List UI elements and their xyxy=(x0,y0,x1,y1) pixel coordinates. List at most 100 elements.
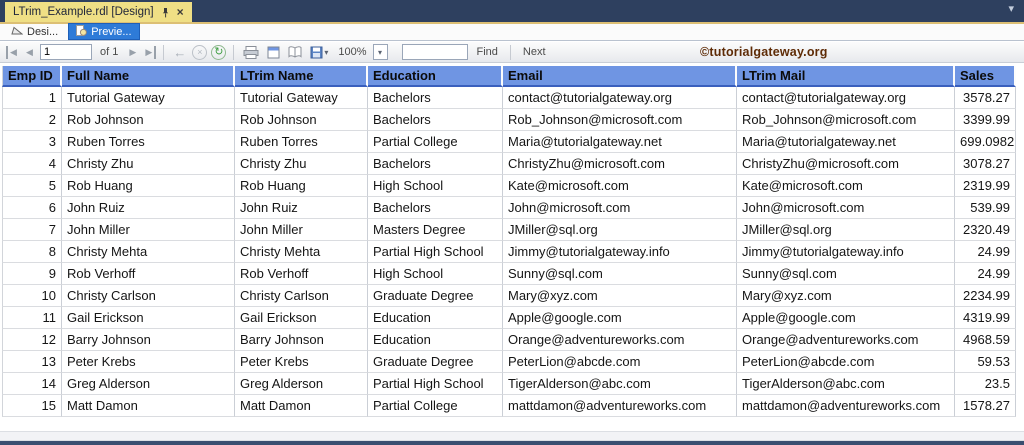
table-row: 11Gail EricksonGail EricksonEducationApp… xyxy=(2,307,1016,329)
zoom-level-label: 100% xyxy=(338,46,366,58)
cell-emp-id: 3 xyxy=(2,131,62,153)
cell-full-name: Rob Huang xyxy=(62,175,235,197)
table-row: 13Peter KrebsPeter KrebsGraduate DegreeP… xyxy=(2,351,1016,373)
cell-full-name: Rob Johnson xyxy=(62,109,235,131)
cell-sales: 4968.59 xyxy=(955,329,1016,351)
column-header-ltrim-mail: LTrim Mail xyxy=(737,66,955,87)
cell-education: High School xyxy=(368,175,503,197)
toolbar-separator xyxy=(163,45,164,60)
cell-emp-id: 8 xyxy=(2,241,62,263)
cell-ltrim-mail: TigerAlderson@abc.com xyxy=(737,373,955,395)
cell-sales: 59.53 xyxy=(955,351,1016,373)
cell-email: Mary@xyz.com xyxy=(503,285,737,307)
pin-icon[interactable] xyxy=(161,7,170,18)
document-tab[interactable]: LTrim_Example.rdl [Design] × xyxy=(5,2,192,22)
cell-emp-id: 1 xyxy=(2,87,62,109)
document-tab-label: LTrim_Example.rdl [Design] xyxy=(13,6,154,18)
back-button[interactable]: ← xyxy=(173,46,186,59)
cell-ltrim-mail: JMiller@sql.org xyxy=(737,219,955,241)
cell-emp-id: 11 xyxy=(2,307,62,329)
toolbar-separator xyxy=(233,45,234,60)
cell-education: Bachelors xyxy=(368,87,503,109)
cell-education: Graduate Degree xyxy=(368,351,503,373)
cell-email: mattdamon@adventureworks.com xyxy=(503,395,737,417)
cell-ltrim-mail: contact@tutorialgateway.org xyxy=(737,87,955,109)
stop-button[interactable]: × xyxy=(192,45,207,60)
page-count-label: of 1 xyxy=(100,46,118,58)
cell-ltrim-mail: Sunny@sql.com xyxy=(737,263,955,285)
cell-ltrim-name: Barry Johnson xyxy=(235,329,368,351)
cell-emp-id: 12 xyxy=(2,329,62,351)
horizontal-scrollbar[interactable] xyxy=(0,431,1024,441)
table-row: 6John RuizJohn RuizBachelorsJohn@microso… xyxy=(2,197,1016,219)
view-tab-strip: Desi... Previe... xyxy=(0,24,1024,41)
last-page-button[interactable]: ▶ xyxy=(143,46,156,59)
document-tab-strip: LTrim_Example.rdl [Design] × ▾ xyxy=(0,0,1024,24)
table-row: 3Ruben TorresRuben TorresPartial College… xyxy=(2,131,1016,153)
cell-sales: 2320.49 xyxy=(955,219,1016,241)
cell-sales: 699.0982 xyxy=(955,131,1016,153)
cell-email: TigerAlderson@abc.com xyxy=(503,373,737,395)
chevron-down-icon[interactable]: ▾ xyxy=(1008,4,1014,15)
export-button[interactable]: ▾ xyxy=(310,46,328,59)
next-page-button[interactable]: ▶ xyxy=(126,46,139,59)
export-dropdown-icon[interactable]: ▾ xyxy=(324,48,328,57)
cell-education: Masters Degree xyxy=(368,219,503,241)
find-button[interactable]: Find xyxy=(477,46,498,58)
cell-email: JMiller@sql.org xyxy=(503,219,737,241)
cell-ltrim-mail: Apple@google.com xyxy=(737,307,955,329)
cell-ltrim-mail: PeterLion@abcde.com xyxy=(737,351,955,373)
cell-ltrim-name: Christy Mehta xyxy=(235,241,368,263)
refresh-button[interactable]: ↻ xyxy=(211,45,226,60)
print-layout-button[interactable] xyxy=(267,46,280,59)
page-setup-button[interactable] xyxy=(288,46,302,58)
cell-sales: 2234.99 xyxy=(955,285,1016,307)
cell-email: Sunny@sql.com xyxy=(503,263,737,285)
tab-preview[interactable]: Previe... xyxy=(68,23,139,40)
cell-ltrim-mail: Rob_Johnson@microsoft.com xyxy=(737,109,955,131)
cell-ltrim-name: John Miller xyxy=(235,219,368,241)
cell-emp-id: 10 xyxy=(2,285,62,307)
cell-emp-id: 14 xyxy=(2,373,62,395)
zoom-dropdown[interactable]: ▾ xyxy=(373,44,388,60)
print-button[interactable] xyxy=(243,46,259,59)
search-input[interactable] xyxy=(402,44,468,60)
cell-sales: 3578.27 xyxy=(955,87,1016,109)
column-header-emp-id: Emp ID xyxy=(2,66,62,87)
cell-sales: 539.99 xyxy=(955,197,1016,219)
cell-ltrim-name: John Ruiz xyxy=(235,197,368,219)
tab-design[interactable]: Desi... xyxy=(4,24,65,40)
page-number-input[interactable] xyxy=(40,44,92,60)
find-next-button[interactable]: Next xyxy=(523,46,546,58)
column-header-education: Education xyxy=(368,66,503,87)
table-row: 9Rob VerhoffRob VerhoffHigh SchoolSunny@… xyxy=(2,263,1016,285)
column-header-ltrim-name: LTrim Name xyxy=(235,66,368,87)
cell-ltrim-name: Ruben Torres xyxy=(235,131,368,153)
cell-emp-id: 13 xyxy=(2,351,62,373)
cell-ltrim-name: Rob Huang xyxy=(235,175,368,197)
table-row: 2Rob JohnsonRob JohnsonBachelorsRob_John… xyxy=(2,109,1016,131)
column-header-sales: Sales xyxy=(955,66,1016,87)
table-row: 5Rob HuangRob HuangHigh SchoolKate@micro… xyxy=(2,175,1016,197)
cell-full-name: Barry Johnson xyxy=(62,329,235,351)
cell-emp-id: 5 xyxy=(2,175,62,197)
cell-full-name: Christy Mehta xyxy=(62,241,235,263)
cell-ltrim-name: Greg Alderson xyxy=(235,373,368,395)
toolbar-separator xyxy=(510,45,511,60)
cell-ltrim-name: Rob Verhoff xyxy=(235,263,368,285)
preview-toolbar: ◀ ◀ of 1 ▶ ▶ ← × ↻ ▾ 100% ▾ Find Next xyxy=(0,42,1024,63)
cell-email: ChristyZhu@microsoft.com xyxy=(503,153,737,175)
cell-emp-id: 9 xyxy=(2,263,62,285)
cell-sales: 24.99 xyxy=(955,241,1016,263)
cell-ltrim-mail: Maria@tutorialgateway.net xyxy=(737,131,955,153)
cell-email: Orange@adventureworks.com xyxy=(503,329,737,351)
cell-ltrim-name: Christy Carlson xyxy=(235,285,368,307)
first-page-button[interactable]: ◀ xyxy=(6,46,19,59)
previous-page-button[interactable]: ◀ xyxy=(23,46,36,59)
cell-ltrim-mail: John@microsoft.com xyxy=(737,197,955,219)
cell-emp-id: 4 xyxy=(2,153,62,175)
cell-email: John@microsoft.com xyxy=(503,197,737,219)
cell-ltrim-mail: mattdamon@adventureworks.com xyxy=(737,395,955,417)
cell-email: Apple@google.com xyxy=(503,307,737,329)
close-icon[interactable]: × xyxy=(177,7,184,17)
